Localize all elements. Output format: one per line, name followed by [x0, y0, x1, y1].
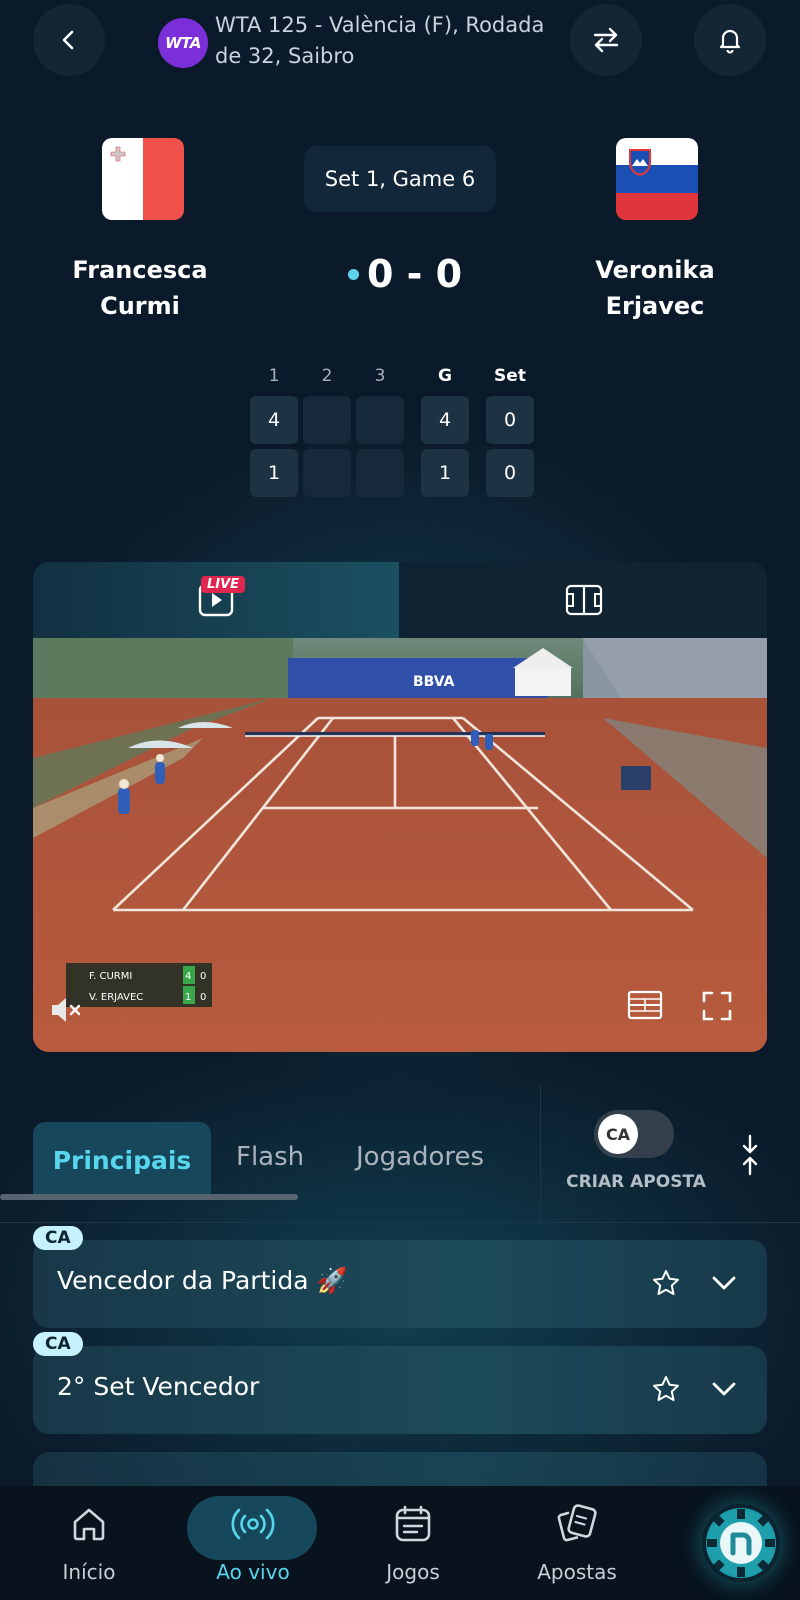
- set-game-badge: Set 1, Game 6: [304, 146, 496, 212]
- chevron-down-icon[interactable]: [709, 1268, 739, 1298]
- live-broadcast-icon: [231, 1508, 275, 1540]
- scoreboard-cell: 4: [250, 396, 298, 444]
- scoreboard-cell: 0: [486, 449, 534, 497]
- scoreboard-header-games: G: [438, 366, 452, 386]
- tabs-scroll-indicator: [0, 1194, 298, 1200]
- wta-logo: WTA: [158, 18, 208, 68]
- scoreboard-cell: 1: [421, 449, 469, 497]
- brand-chip-button[interactable]: [702, 1504, 780, 1582]
- player1-last-name: Curmi: [100, 292, 180, 320]
- scoreboard-cell: [303, 396, 351, 444]
- swap-arrows-icon: [593, 27, 619, 53]
- scoreboard-header-set1: 1: [268, 366, 280, 386]
- mute-icon[interactable]: [49, 994, 85, 1026]
- scoreboard-cell: 1: [250, 449, 298, 497]
- bell-icon: [719, 29, 741, 54]
- market-title: 2° Set Vencedor: [57, 1372, 260, 1401]
- scoreboard-cell: 4: [421, 396, 469, 444]
- nav-label: Jogos: [386, 1560, 440, 1584]
- criar-aposta-toggle[interactable]: CA: [594, 1110, 674, 1158]
- bottom-navigation: Início Ao vivo Jogos Apostas: [0, 1486, 800, 1600]
- player2-last-name: Erjavec: [605, 292, 705, 320]
- back-button[interactable]: [33, 4, 105, 76]
- nav-inicio[interactable]: Início: [19, 1496, 159, 1596]
- field-icon: [565, 584, 603, 616]
- score-text: 0 - 0: [366, 252, 463, 296]
- nav-ao-vivo[interactable]: Ao vivo: [183, 1496, 323, 1596]
- criar-aposta-label: CRIAR APOSTA: [566, 1172, 706, 1192]
- star-icon[interactable]: [651, 1374, 681, 1404]
- malta-flag: [102, 138, 184, 220]
- chevron-left-icon: [62, 30, 74, 50]
- player1-name[interactable]: Francesca Curmi: [45, 252, 235, 324]
- slovenia-flag: [616, 138, 698, 220]
- toggle-knob: CA: [598, 1114, 638, 1154]
- tab-live-stream[interactable]: LIVE: [33, 562, 399, 638]
- ca-badge: CA: [33, 1332, 83, 1356]
- brand-chip-icon: [707, 1509, 775, 1577]
- chevron-down-icon[interactable]: [709, 1374, 739, 1404]
- divider: [0, 1222, 800, 1223]
- player2-name[interactable]: Veronika Erjavec: [560, 252, 750, 324]
- tab-flash[interactable]: Flash: [236, 1142, 304, 1172]
- market-card-2-set[interactable]: CA 2° Set Vencedor: [33, 1332, 767, 1434]
- overlay-p2-points: 0: [200, 992, 206, 1003]
- market-card-vencedor[interactable]: CA Vencedor da Partida 🚀: [33, 1226, 767, 1328]
- collapse-arrows-icon[interactable]: [740, 1134, 760, 1176]
- match-score: 0 - 0: [330, 252, 480, 296]
- overlay-p1-name: F. CURMI: [89, 971, 132, 982]
- video-panel: LIVE BBVA F. CURMI V. ERJAVEC 4 1 0 0: [33, 562, 767, 1052]
- swap-button[interactable]: [570, 4, 642, 76]
- overlay-p2-name: V. ERJAVEC: [89, 992, 143, 1003]
- scoreboard-cell: [356, 449, 404, 497]
- tab-jogadores[interactable]: Jogadores: [356, 1142, 484, 1172]
- scoreboard-header-set2: 2: [321, 366, 333, 386]
- scoreboard-cell: 0: [486, 396, 534, 444]
- nav-label: Apostas: [537, 1560, 617, 1584]
- nav-label: Início: [62, 1560, 116, 1584]
- tab-principais[interactable]: Principais: [33, 1122, 211, 1198]
- player1-first-name: Francesca: [72, 256, 208, 284]
- video-player[interactable]: BBVA F. CURMI V. ERJAVEC 4 1 0 0: [33, 638, 767, 1052]
- scoreboard-cell: [356, 396, 404, 444]
- star-icon[interactable]: [651, 1268, 681, 1298]
- fullscreen-icon[interactable]: [701, 990, 733, 1022]
- tournament-title: WTA 125 - València (F), Rodada de 32, Sa…: [215, 13, 545, 68]
- live-badge: LIVE: [201, 576, 246, 593]
- divider: [540, 1086, 541, 1222]
- scoreboard-header-sets: Set: [494, 366, 526, 386]
- serve-indicator: [347, 268, 359, 280]
- court-view-icon[interactable]: [627, 990, 663, 1020]
- tab-field-view[interactable]: [401, 562, 767, 638]
- betslip-icon: [557, 1504, 597, 1542]
- sponsor-text: BBVA: [413, 674, 455, 690]
- calendar-icon: [395, 1505, 431, 1542]
- scoreboard-cell: [303, 449, 351, 497]
- ca-badge: CA: [33, 1226, 83, 1250]
- notification-button[interactable]: [694, 4, 766, 76]
- home-icon: [73, 1508, 105, 1541]
- nav-jogos[interactable]: Jogos: [343, 1496, 483, 1596]
- overlay-p1-points: 0: [200, 971, 206, 982]
- nav-label: Ao vivo: [216, 1560, 290, 1584]
- overlay-p1-games: 4: [185, 971, 191, 982]
- player2-first-name: Veronika: [595, 256, 715, 284]
- nav-apostas[interactable]: Apostas: [507, 1496, 647, 1596]
- overlay-p2-games: 1: [185, 992, 191, 1003]
- market-title: Vencedor da Partida 🚀: [57, 1266, 348, 1295]
- market-tabs-bar: Principais Flash Jogadores CA CRIAR APOS…: [0, 1086, 800, 1224]
- scoreboard-header-set3: 3: [374, 366, 386, 386]
